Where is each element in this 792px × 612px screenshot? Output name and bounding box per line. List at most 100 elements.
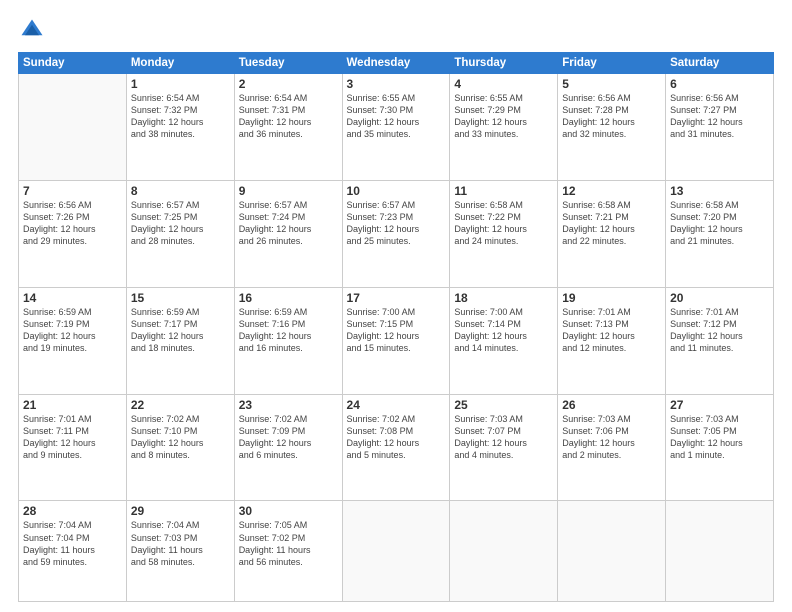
day-number: 25 xyxy=(454,398,553,412)
day-number: 2 xyxy=(239,77,338,91)
logo xyxy=(18,16,50,44)
day-number: 11 xyxy=(454,184,553,198)
calendar-cell: 15Sunrise: 6:59 AM Sunset: 7:17 PM Dayli… xyxy=(126,287,234,394)
calendar-cell: 22Sunrise: 7:02 AM Sunset: 7:10 PM Dayli… xyxy=(126,394,234,501)
day-info: Sunrise: 6:57 AM Sunset: 7:25 PM Dayligh… xyxy=(131,199,230,248)
day-number: 24 xyxy=(347,398,446,412)
header xyxy=(18,16,774,44)
weekday-header-friday: Friday xyxy=(558,53,666,74)
week-row-4: 21Sunrise: 7:01 AM Sunset: 7:11 PM Dayli… xyxy=(19,394,774,501)
day-info: Sunrise: 7:00 AM Sunset: 7:14 PM Dayligh… xyxy=(454,306,553,355)
calendar-cell xyxy=(19,74,127,181)
calendar-cell: 29Sunrise: 7:04 AM Sunset: 7:03 PM Dayli… xyxy=(126,501,234,602)
calendar-cell: 10Sunrise: 6:57 AM Sunset: 7:23 PM Dayli… xyxy=(342,180,450,287)
calendar-cell: 14Sunrise: 6:59 AM Sunset: 7:19 PM Dayli… xyxy=(19,287,127,394)
day-number: 15 xyxy=(131,291,230,305)
day-info: Sunrise: 6:55 AM Sunset: 7:29 PM Dayligh… xyxy=(454,92,553,141)
day-number: 3 xyxy=(347,77,446,91)
day-number: 13 xyxy=(670,184,769,198)
calendar-cell: 19Sunrise: 7:01 AM Sunset: 7:13 PM Dayli… xyxy=(558,287,666,394)
day-number: 18 xyxy=(454,291,553,305)
weekday-header-saturday: Saturday xyxy=(666,53,774,74)
calendar-cell xyxy=(666,501,774,602)
day-info: Sunrise: 7:04 AM Sunset: 7:03 PM Dayligh… xyxy=(131,519,230,568)
day-number: 1 xyxy=(131,77,230,91)
calendar-cell: 6Sunrise: 6:56 AM Sunset: 7:27 PM Daylig… xyxy=(666,74,774,181)
day-number: 26 xyxy=(562,398,661,412)
day-info: Sunrise: 7:03 AM Sunset: 7:06 PM Dayligh… xyxy=(562,413,661,462)
weekday-header-monday: Monday xyxy=(126,53,234,74)
calendar-cell: 18Sunrise: 7:00 AM Sunset: 7:14 PM Dayli… xyxy=(450,287,558,394)
day-number: 20 xyxy=(670,291,769,305)
day-number: 14 xyxy=(23,291,122,305)
calendar-cell: 13Sunrise: 6:58 AM Sunset: 7:20 PM Dayli… xyxy=(666,180,774,287)
page: SundayMondayTuesdayWednesdayThursdayFrid… xyxy=(0,0,792,612)
calendar-cell xyxy=(342,501,450,602)
day-info: Sunrise: 7:04 AM Sunset: 7:04 PM Dayligh… xyxy=(23,519,122,568)
day-info: Sunrise: 6:57 AM Sunset: 7:23 PM Dayligh… xyxy=(347,199,446,248)
day-info: Sunrise: 7:02 AM Sunset: 7:09 PM Dayligh… xyxy=(239,413,338,462)
day-number: 12 xyxy=(562,184,661,198)
calendar-cell: 5Sunrise: 6:56 AM Sunset: 7:28 PM Daylig… xyxy=(558,74,666,181)
day-info: Sunrise: 6:54 AM Sunset: 7:31 PM Dayligh… xyxy=(239,92,338,141)
week-row-1: 1Sunrise: 6:54 AM Sunset: 7:32 PM Daylig… xyxy=(19,74,774,181)
calendar-cell: 9Sunrise: 6:57 AM Sunset: 7:24 PM Daylig… xyxy=(234,180,342,287)
day-info: Sunrise: 6:59 AM Sunset: 7:16 PM Dayligh… xyxy=(239,306,338,355)
day-info: Sunrise: 7:01 AM Sunset: 7:11 PM Dayligh… xyxy=(23,413,122,462)
day-number: 29 xyxy=(131,504,230,518)
day-info: Sunrise: 6:56 AM Sunset: 7:27 PM Dayligh… xyxy=(670,92,769,141)
calendar-cell: 21Sunrise: 7:01 AM Sunset: 7:11 PM Dayli… xyxy=(19,394,127,501)
day-info: Sunrise: 7:03 AM Sunset: 7:05 PM Dayligh… xyxy=(670,413,769,462)
calendar-cell: 24Sunrise: 7:02 AM Sunset: 7:08 PM Dayli… xyxy=(342,394,450,501)
calendar-table: SundayMondayTuesdayWednesdayThursdayFrid… xyxy=(18,52,774,602)
weekday-header-tuesday: Tuesday xyxy=(234,53,342,74)
calendar-cell: 26Sunrise: 7:03 AM Sunset: 7:06 PM Dayli… xyxy=(558,394,666,501)
day-info: Sunrise: 7:00 AM Sunset: 7:15 PM Dayligh… xyxy=(347,306,446,355)
day-number: 7 xyxy=(23,184,122,198)
day-info: Sunrise: 7:02 AM Sunset: 7:08 PM Dayligh… xyxy=(347,413,446,462)
day-number: 27 xyxy=(670,398,769,412)
day-info: Sunrise: 7:01 AM Sunset: 7:12 PM Dayligh… xyxy=(670,306,769,355)
weekday-header-wednesday: Wednesday xyxy=(342,53,450,74)
day-info: Sunrise: 6:59 AM Sunset: 7:19 PM Dayligh… xyxy=(23,306,122,355)
calendar-cell: 1Sunrise: 6:54 AM Sunset: 7:32 PM Daylig… xyxy=(126,74,234,181)
calendar-cell: 27Sunrise: 7:03 AM Sunset: 7:05 PM Dayli… xyxy=(666,394,774,501)
day-info: Sunrise: 6:54 AM Sunset: 7:32 PM Dayligh… xyxy=(131,92,230,141)
day-info: Sunrise: 6:56 AM Sunset: 7:26 PM Dayligh… xyxy=(23,199,122,248)
day-info: Sunrise: 6:55 AM Sunset: 7:30 PM Dayligh… xyxy=(347,92,446,141)
calendar-cell: 12Sunrise: 6:58 AM Sunset: 7:21 PM Dayli… xyxy=(558,180,666,287)
calendar-cell: 2Sunrise: 6:54 AM Sunset: 7:31 PM Daylig… xyxy=(234,74,342,181)
calendar-cell: 23Sunrise: 7:02 AM Sunset: 7:09 PM Dayli… xyxy=(234,394,342,501)
day-number: 8 xyxy=(131,184,230,198)
day-number: 16 xyxy=(239,291,338,305)
calendar-cell: 17Sunrise: 7:00 AM Sunset: 7:15 PM Dayli… xyxy=(342,287,450,394)
day-number: 9 xyxy=(239,184,338,198)
weekday-header-thursday: Thursday xyxy=(450,53,558,74)
logo-icon xyxy=(18,16,46,44)
calendar-cell: 8Sunrise: 6:57 AM Sunset: 7:25 PM Daylig… xyxy=(126,180,234,287)
day-info: Sunrise: 7:05 AM Sunset: 7:02 PM Dayligh… xyxy=(239,519,338,568)
day-number: 5 xyxy=(562,77,661,91)
day-info: Sunrise: 7:02 AM Sunset: 7:10 PM Dayligh… xyxy=(131,413,230,462)
day-number: 19 xyxy=(562,291,661,305)
day-info: Sunrise: 6:58 AM Sunset: 7:21 PM Dayligh… xyxy=(562,199,661,248)
day-number: 30 xyxy=(239,504,338,518)
calendar-cell: 25Sunrise: 7:03 AM Sunset: 7:07 PM Dayli… xyxy=(450,394,558,501)
day-info: Sunrise: 6:57 AM Sunset: 7:24 PM Dayligh… xyxy=(239,199,338,248)
calendar-cell: 30Sunrise: 7:05 AM Sunset: 7:02 PM Dayli… xyxy=(234,501,342,602)
weekday-header-row: SundayMondayTuesdayWednesdayThursdayFrid… xyxy=(19,53,774,74)
day-number: 4 xyxy=(454,77,553,91)
weekday-header-sunday: Sunday xyxy=(19,53,127,74)
day-info: Sunrise: 6:59 AM Sunset: 7:17 PM Dayligh… xyxy=(131,306,230,355)
week-row-5: 28Sunrise: 7:04 AM Sunset: 7:04 PM Dayli… xyxy=(19,501,774,602)
calendar-cell: 3Sunrise: 6:55 AM Sunset: 7:30 PM Daylig… xyxy=(342,74,450,181)
day-number: 17 xyxy=(347,291,446,305)
day-number: 23 xyxy=(239,398,338,412)
week-row-3: 14Sunrise: 6:59 AM Sunset: 7:19 PM Dayli… xyxy=(19,287,774,394)
calendar-cell xyxy=(558,501,666,602)
day-number: 22 xyxy=(131,398,230,412)
day-info: Sunrise: 7:03 AM Sunset: 7:07 PM Dayligh… xyxy=(454,413,553,462)
day-number: 10 xyxy=(347,184,446,198)
day-info: Sunrise: 6:58 AM Sunset: 7:22 PM Dayligh… xyxy=(454,199,553,248)
day-number: 28 xyxy=(23,504,122,518)
